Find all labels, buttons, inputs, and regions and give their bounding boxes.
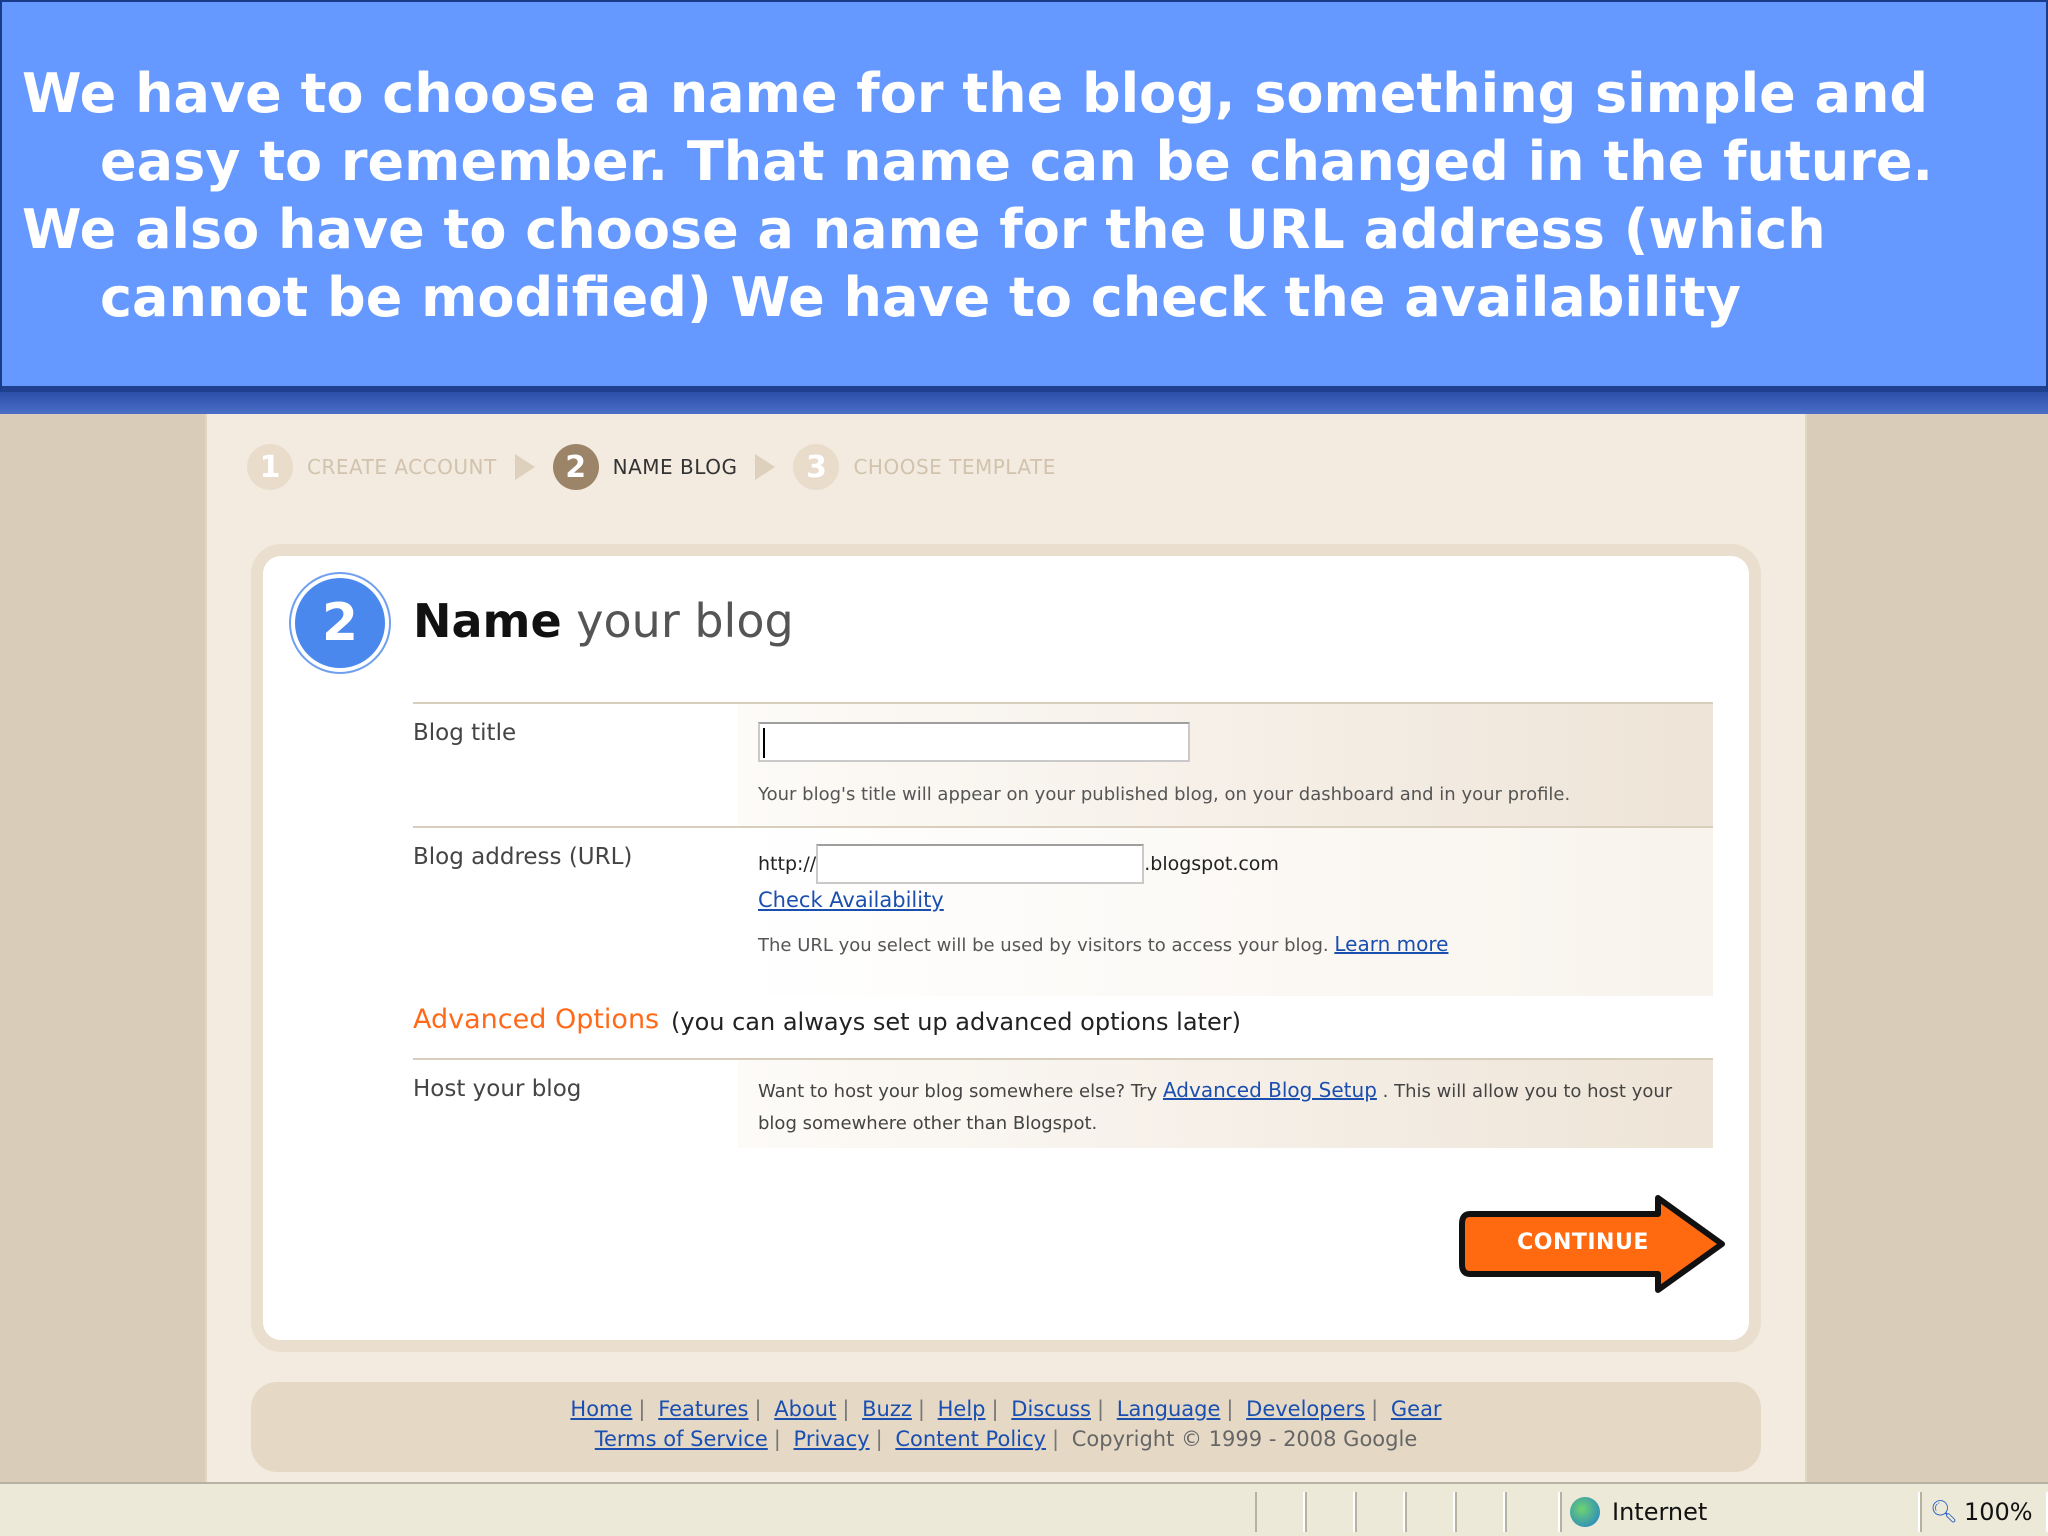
footer-copyright: Copyright © 1999 - 2008 Google xyxy=(1071,1427,1418,1451)
instruction-banner: We have to choose a name for the blog, s… xyxy=(0,0,2048,392)
page-title: Name your blog xyxy=(413,594,794,648)
zoom-control[interactable]: 🔍︎ 100% xyxy=(1930,1494,2033,1530)
blog-title-input[interactable] xyxy=(758,722,1190,762)
url-suffix: .blogspot.com xyxy=(1144,853,1279,875)
blogger-page: 1 CREATE ACCOUNT 2 NAME BLOG 3 CHOOSE TE… xyxy=(205,392,1807,1482)
banner-shadow xyxy=(0,392,2048,414)
blog-address-hint-line: The URL you select will be used by visit… xyxy=(758,932,1693,956)
blog-address-input[interactable] xyxy=(816,844,1145,884)
step-choose-template: 3 CHOOSE TEMPLATE xyxy=(793,444,1055,490)
banner-text-2: We also have to choose a name for the UR… xyxy=(22,198,1826,329)
advanced-blog-setup-link[interactable]: Advanced Blog Setup xyxy=(1163,1078,1377,1102)
advanced-options-note: (you can always set up advanced options … xyxy=(671,1008,1241,1036)
footer-link-about[interactable]: About xyxy=(774,1397,836,1421)
step-create-account: 1 CREATE ACCOUNT xyxy=(247,444,497,490)
learn-more-link[interactable]: Learn more xyxy=(1334,932,1448,956)
check-availability-wrap: Check Availability xyxy=(758,888,1693,912)
blog-title-hint: Your blog's title will appear on your pu… xyxy=(758,784,1571,805)
footer-link-gear[interactable]: Gear xyxy=(1391,1397,1442,1421)
footer-link-language[interactable]: Language xyxy=(1117,1397,1221,1421)
footer-link-features[interactable]: Features xyxy=(658,1397,748,1421)
url-line: http:// .blogspot.com xyxy=(758,844,1693,884)
footer-link-home[interactable]: Home xyxy=(570,1397,632,1421)
title-bold: Name xyxy=(413,594,562,648)
advanced-options-heading[interactable]: Advanced Options xyxy=(413,1004,659,1035)
step-label: CHOOSE TEMPLATE xyxy=(853,455,1056,479)
check-availability-link[interactable]: Check Availability xyxy=(758,888,944,912)
footer-link-buzz[interactable]: Buzz xyxy=(862,1397,912,1421)
step-number-badge: 2 xyxy=(291,574,389,672)
continue-label: CONTINUE xyxy=(1517,1230,1649,1255)
blog-address-label: Blog address (URL) xyxy=(413,844,633,870)
footer-link-discuss[interactable]: Discuss xyxy=(1011,1397,1091,1421)
blog-address-row: Blog address (URL) http:// .blogspot.com… xyxy=(413,826,1713,996)
step-name-blog: 2 NAME BLOG xyxy=(552,444,738,490)
zoom-level: 100% xyxy=(1963,1498,2033,1526)
status-cell xyxy=(1455,1492,1505,1532)
host-blog-text: Want to host your blog somewhere else? T… xyxy=(738,1060,1713,1148)
step-label: NAME BLOG xyxy=(612,455,738,479)
security-zone-label: Internet xyxy=(1612,1498,1708,1526)
footer: Home | Features | About | Buzz | Help | Discu… xyxy=(251,1382,1761,1472)
status-cell xyxy=(1255,1492,1305,1532)
status-cell xyxy=(1405,1492,1455,1532)
step-arrow-icon xyxy=(755,454,776,480)
banner-text-1: We have to choose a name for the blog, s… xyxy=(22,62,1933,193)
status-cell xyxy=(1355,1492,1405,1532)
footer-links-row-1: Home | Features | About | Buzz | Help | Discu… xyxy=(570,1397,1442,1421)
name-blog-panel: 2 Name your blog Blog title Your blog's … xyxy=(251,544,1761,1352)
footer-link-content-policy[interactable]: Content Policy xyxy=(895,1427,1046,1451)
step-number: 1 xyxy=(247,444,293,490)
browser-status-bar: Internet 🔍︎ 100% xyxy=(0,1482,2048,1536)
host-text-before: Want to host your blog somewhere else? T… xyxy=(758,1081,1158,1102)
status-cell xyxy=(1505,1492,1560,1532)
step-number: 2 xyxy=(552,444,599,490)
host-blog-row: Host your blog Want to host your blog so… xyxy=(413,1058,1713,1148)
signup-steps: 1 CREATE ACCOUNT 2 NAME BLOG 3 CHOOSE TE… xyxy=(247,442,1070,492)
url-prefix: http:// xyxy=(758,853,817,875)
security-zone[interactable]: Internet xyxy=(1570,1494,1707,1530)
footer-links-row-2: Terms of Service | Privacy | Content Polic… xyxy=(594,1427,1418,1451)
footer-link-help[interactable]: Help xyxy=(938,1397,986,1421)
step-number: 3 xyxy=(793,444,840,490)
blog-title-field-area: Your blog's title will appear on your pu… xyxy=(738,704,1713,826)
step-arrow-icon xyxy=(514,454,535,480)
footer-link-developers[interactable]: Developers xyxy=(1246,1397,1365,1421)
blog-title-label: Blog title xyxy=(413,720,517,746)
host-blog-label: Host your blog xyxy=(413,1076,582,1102)
footer-link-terms[interactable]: Terms of Service xyxy=(595,1427,768,1451)
footer-link-privacy[interactable]: Privacy xyxy=(794,1427,870,1451)
status-cell xyxy=(1305,1492,1355,1532)
text-cursor xyxy=(763,728,765,758)
internet-globe-icon xyxy=(1570,1497,1600,1527)
title-rest: your blog xyxy=(561,594,794,648)
continue-button[interactable]: CONTINUE xyxy=(1458,1194,1728,1294)
zoom-icon: 🔍︎ xyxy=(1930,1499,1958,1525)
blog-address-field-area: http:// .blogspot.com Check Availability… xyxy=(738,828,1713,996)
step-label: CREATE ACCOUNT xyxy=(307,455,497,479)
blog-address-hint: The URL you select will be used by visit… xyxy=(758,935,1329,956)
blog-title-row: Blog title Your blog's title will appear… xyxy=(413,702,1713,826)
